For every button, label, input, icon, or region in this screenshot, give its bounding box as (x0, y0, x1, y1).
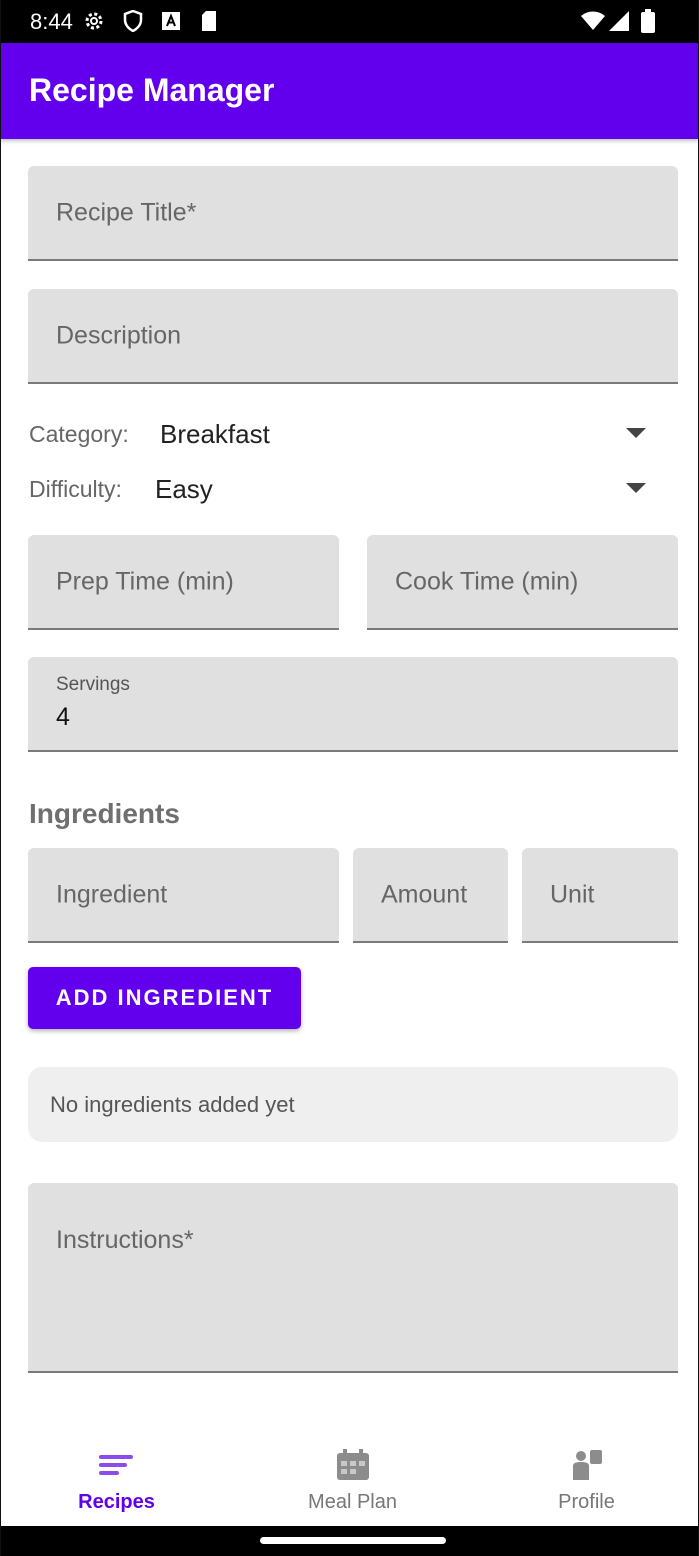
ingredient-field[interactable]: Ingredient (28, 848, 339, 943)
instructions-placeholder: Instructions* (56, 1226, 194, 1254)
category-dropdown-arrow-icon (626, 428, 646, 438)
description-placeholder: Description (56, 321, 182, 349)
ingredients-heading: Ingredients (29, 798, 180, 829)
description-field[interactable]: Description (28, 289, 678, 384)
a-icon (160, 10, 182, 32)
ingredients-list-empty: No ingredients added yet (28, 1067, 678, 1142)
bottom-navigation: Recipes Meal Plan Profile (0, 1430, 699, 1526)
gesture-bar (0, 1526, 699, 1556)
prep-time-placeholder: Prep Time (min) (56, 567, 234, 595)
difficulty-dropdown-arrow-icon (626, 483, 646, 493)
nav-item-recipes[interactable]: Recipes (0, 1430, 233, 1526)
amount-field[interactable]: Amount (353, 848, 508, 943)
nav-item-meal-plan[interactable]: Meal Plan (236, 1430, 469, 1526)
sd-card-icon (198, 10, 220, 32)
cook-time-placeholder: Cook Time (min) (395, 567, 579, 595)
signal-icon (608, 10, 630, 32)
wifi-icon (580, 10, 606, 32)
cook-time-field[interactable]: Cook Time (min) (367, 535, 678, 630)
nav-label-profile: Profile (558, 1491, 615, 1513)
recipe-title-placeholder: Recipe Title* (56, 198, 197, 226)
app-title: Recipe Manager (29, 72, 275, 108)
category-value: Breakfast (160, 419, 270, 449)
nav-label-meal-plan: Meal Plan (308, 1491, 397, 1513)
app-bar: Recipe Manager (0, 43, 699, 139)
gear-icon (83, 10, 105, 32)
difficulty-label: Difficulty: (29, 476, 122, 502)
calendar-icon (334, 1448, 372, 1482)
servings-value: 4 (56, 703, 70, 731)
unit-placeholder: Unit (550, 880, 595, 908)
empty-ingredients-text: No ingredients added yet (50, 1092, 295, 1117)
profile-icon (568, 1448, 606, 1482)
amount-placeholder: Amount (381, 880, 468, 908)
nav-item-profile[interactable]: Profile (470, 1430, 699, 1526)
servings-label: Servings (56, 674, 130, 695)
status-time: 8:44 (30, 9, 73, 34)
prep-time-field[interactable]: Prep Time (min) (28, 535, 339, 630)
status-bar: 8:44 (0, 0, 699, 43)
category-label: Category: (29, 421, 129, 447)
difficulty-value: Easy (155, 474, 213, 504)
servings-field[interactable]: Servings 4 (28, 657, 678, 752)
list-icon (98, 1448, 136, 1482)
unit-field[interactable]: Unit (522, 848, 678, 943)
ingredient-placeholder: Ingredient (56, 880, 168, 908)
home-gesture-handle[interactable] (260, 1537, 446, 1544)
nav-label-recipes: Recipes (78, 1491, 155, 1513)
instructions-field[interactable]: Instructions* (28, 1183, 678, 1373)
category-dropdown[interactable]: Breakfast (150, 410, 670, 456)
recipe-title-field[interactable]: Recipe Title* (28, 166, 678, 261)
shield-icon (122, 10, 144, 32)
difficulty-dropdown[interactable]: Easy (145, 465, 670, 511)
battery-icon (640, 9, 656, 33)
add-ingredient-button[interactable]: ADD INGREDIENT (28, 967, 301, 1029)
